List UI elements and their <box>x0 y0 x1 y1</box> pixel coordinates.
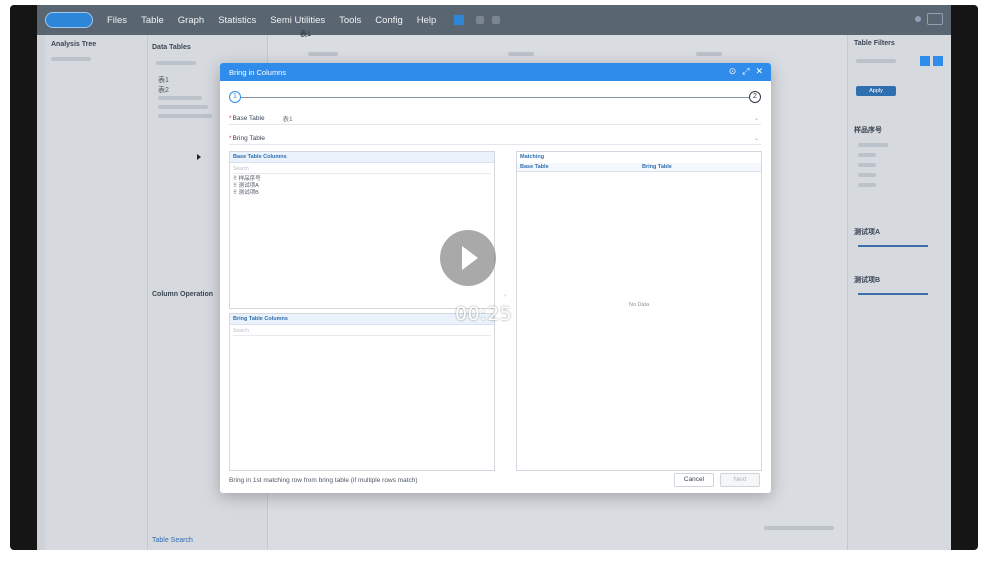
app-screen: Files Table Graph Statistics Semi Utilit… <box>37 5 951 550</box>
table-item[interactable]: 表1 <box>158 75 169 85</box>
filter-test-a[interactable]: 测试项A <box>854 227 880 237</box>
toolbar-faint-icon[interactable] <box>492 16 501 24</box>
help-icon[interactable]: ⊙ <box>729 66 737 77</box>
data-tables-title: Data Tables <box>152 44 191 51</box>
step-2[interactable]: 2 <box>749 91 761 103</box>
menu-semi-utilities[interactable]: Semi Utilities <box>270 15 325 26</box>
dialog-header: Bring in Columns ⊙ ⤢ ✕ <box>220 63 771 81</box>
bring-in-columns-dialog: Bring in Columns ⊙ ⤢ ✕ 1 2 * Base Table … <box>220 63 771 493</box>
video-frame: Files Table Graph Statistics Semi Utilit… <box>10 5 978 550</box>
expand-icon[interactable]: ⤢ <box>742 66 749 77</box>
matching-header: Base Table Bring Table <box>517 163 761 172</box>
table-filters-title: Table Filters <box>854 40 895 47</box>
next-button[interactable]: Next <box>720 473 760 487</box>
play-icon[interactable] <box>440 230 496 286</box>
analysis-tree-title: Analysis Tree <box>51 41 97 48</box>
base-table-select[interactable]: 表1 <box>283 113 293 123</box>
column-operation-title: Column Operation <box>152 291 214 298</box>
table-item-line <box>158 114 212 118</box>
filter-value <box>858 153 876 157</box>
base-column-item[interactable]: ⠿ 样品序号 <box>230 176 494 183</box>
table-item-line <box>158 105 208 109</box>
filter-add-icon[interactable] <box>920 56 930 66</box>
app-logo <box>45 12 93 28</box>
close-icon[interactable]: ✕ <box>755 66 763 77</box>
step-1[interactable]: 1 <box>229 91 241 103</box>
zoom-box-icon[interactable] <box>927 13 943 25</box>
menu-graph[interactable]: Graph <box>178 15 204 26</box>
bring-in-note: Bring in 1st matching row from bring tab… <box>229 477 418 484</box>
bring-table-columns-panel: Bring Table Columns Search <box>229 313 495 471</box>
matching-col-bring[interactable]: Bring Table <box>639 163 761 171</box>
filter-value <box>858 163 876 167</box>
base-column-item[interactable]: ⠿ 测试项B <box>230 190 494 197</box>
apply-button[interactable]: Apply <box>856 86 896 96</box>
table-item[interactable]: 表2 <box>158 85 169 95</box>
table-filter-line <box>156 61 196 65</box>
required-marker: * <box>229 134 232 142</box>
table-filters-panel: Table Filters Apply 样品序号 测试项A 测试项B <box>847 35 951 550</box>
filter-value <box>858 183 876 187</box>
table-item-line <box>158 96 202 100</box>
status-dot-icon <box>915 16 921 22</box>
chevron-down-icon[interactable]: ⌄ <box>754 135 759 142</box>
column-header <box>508 52 534 56</box>
toolbar-faint-icon[interactable] <box>476 16 485 24</box>
filter-settings-icon[interactable] <box>933 56 943 66</box>
matching-panel: Matching Base Table Bring Table No Data <box>516 151 762 471</box>
filter-b-slider[interactable] <box>858 293 928 295</box>
status-line <box>764 526 834 530</box>
base-column-name: 样品序号 <box>238 176 261 182</box>
transfer-arrow-icon[interactable]: › <box>504 293 506 299</box>
base-table-row[interactable]: * Base Table 表1 ⌄ <box>229 112 761 125</box>
dialog-title: Bring in Columns <box>229 67 287 77</box>
base-column-name: 测试项B <box>238 190 259 196</box>
no-data-text: No Data <box>628 302 650 308</box>
analysis-tree-panel: Analysis Tree <box>37 35 147 550</box>
menu-files[interactable]: Files <box>107 15 127 26</box>
dialog-actions: ⊙ ⤢ ✕ <box>729 66 763 77</box>
column-header <box>308 52 338 56</box>
menu-tools[interactable]: Tools <box>339 15 361 26</box>
base-column-item[interactable]: ⠿ 测试项A <box>230 183 494 190</box>
window-controls <box>915 13 943 25</box>
wizard-stepper: 1 2 <box>229 91 761 103</box>
toolbar-blue-icon[interactable] <box>454 15 465 25</box>
base-columns-search[interactable]: Search <box>233 165 491 174</box>
base-table-columns-panel: Base Table Columns Search ⠿ 样品序号 ⠿ 测试项A … <box>229 151 495 309</box>
cancel-button[interactable]: Cancel <box>674 473 714 487</box>
vertical-sidebar <box>37 35 45 550</box>
menu-config[interactable]: Config <box>375 15 402 26</box>
video-timestamp: 00:25 <box>455 303 513 325</box>
matching-title: Matching <box>517 152 761 163</box>
menubar: Files Table Graph Statistics Semi Utilit… <box>37 5 951 35</box>
tree-item <box>51 57 91 61</box>
filter-a-slider[interactable] <box>858 245 928 247</box>
menu-table[interactable]: Table <box>141 15 164 26</box>
stepper-line <box>241 97 749 98</box>
base-table-columns-title: Base Table Columns <box>230 152 494 163</box>
required-marker: * <box>229 114 232 122</box>
menu-statistics[interactable]: Statistics <box>218 15 256 26</box>
bring-table-row[interactable]: * Bring Table ⌄ <box>229 132 761 145</box>
mouse-cursor-icon <box>197 154 201 160</box>
menu-help[interactable]: Help <box>417 15 437 26</box>
filter-value <box>858 173 876 177</box>
base-column-name: 测试项A <box>238 183 259 189</box>
chevron-down-icon[interactable]: ⌄ <box>754 115 759 122</box>
bring-columns-search[interactable]: Search <box>233 327 491 336</box>
tab-table[interactable]: 表1 <box>300 29 311 39</box>
filter-value <box>858 143 888 147</box>
base-table-label: Base Table <box>232 114 265 122</box>
matching-col-base[interactable]: Base Table <box>517 163 639 171</box>
filter-option <box>856 59 896 63</box>
filter-sample-no[interactable]: 样品序号 <box>854 125 882 135</box>
bring-table-label: Bring Table <box>232 134 265 142</box>
table-search-link[interactable]: Table Search <box>152 537 193 544</box>
filter-test-b[interactable]: 测试项B <box>854 275 880 285</box>
column-header <box>696 52 722 56</box>
